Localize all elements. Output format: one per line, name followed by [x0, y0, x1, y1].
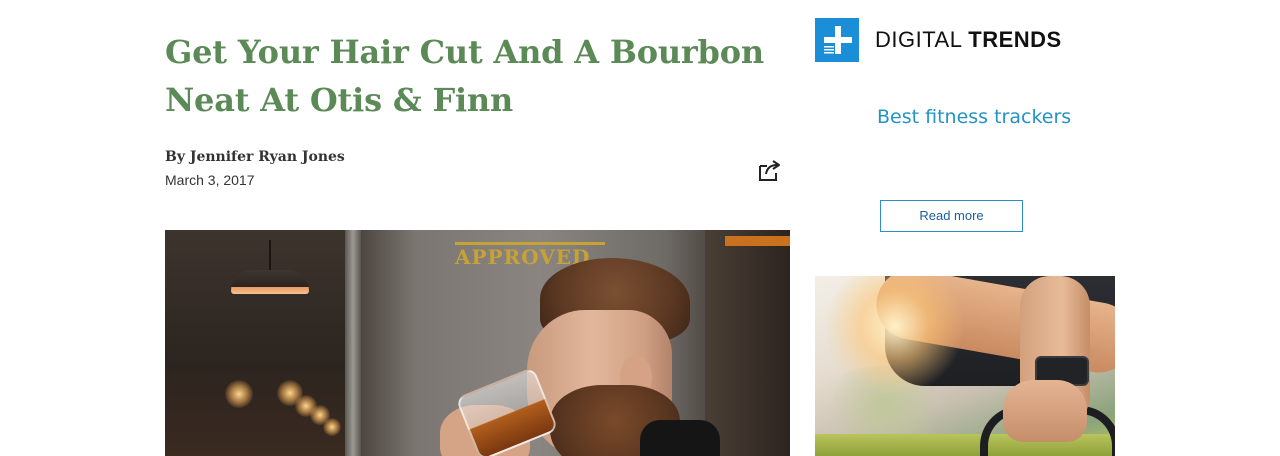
digital-trends-logo[interactable]: DIGITAL TRENDS	[815, 18, 1062, 62]
share-icon	[759, 160, 780, 181]
share-button[interactable]	[757, 157, 783, 183]
publish-date: March 3, 2017	[165, 172, 255, 188]
page: Get Your Hair Cut And A Bourbon Neat At …	[0, 0, 1280, 456]
pendant-lamp	[231, 270, 309, 294]
brand-name: DIGITAL TRENDS	[875, 27, 1062, 53]
ad-image[interactable]	[815, 276, 1115, 456]
article: Get Your Hair Cut And A Bourbon Neat At …	[165, 0, 790, 456]
article-title: Get Your Hair Cut And A Bourbon Neat At …	[165, 33, 764, 119]
ad-headline[interactable]: Best fitness trackers	[877, 104, 1077, 131]
sidebar-ad: DIGITAL TRENDS Best fitness trackers Rea…	[815, 0, 1115, 456]
hero-image: APPROVED	[165, 230, 790, 456]
plus-icon	[815, 18, 859, 62]
brand-name-bold: TRENDS	[968, 27, 1062, 52]
brand-name-light: DIGITAL	[875, 27, 962, 52]
read-more-button[interactable]: Read more	[880, 200, 1023, 232]
author-byline: By Jennifer Ryan Jones	[165, 149, 345, 165]
